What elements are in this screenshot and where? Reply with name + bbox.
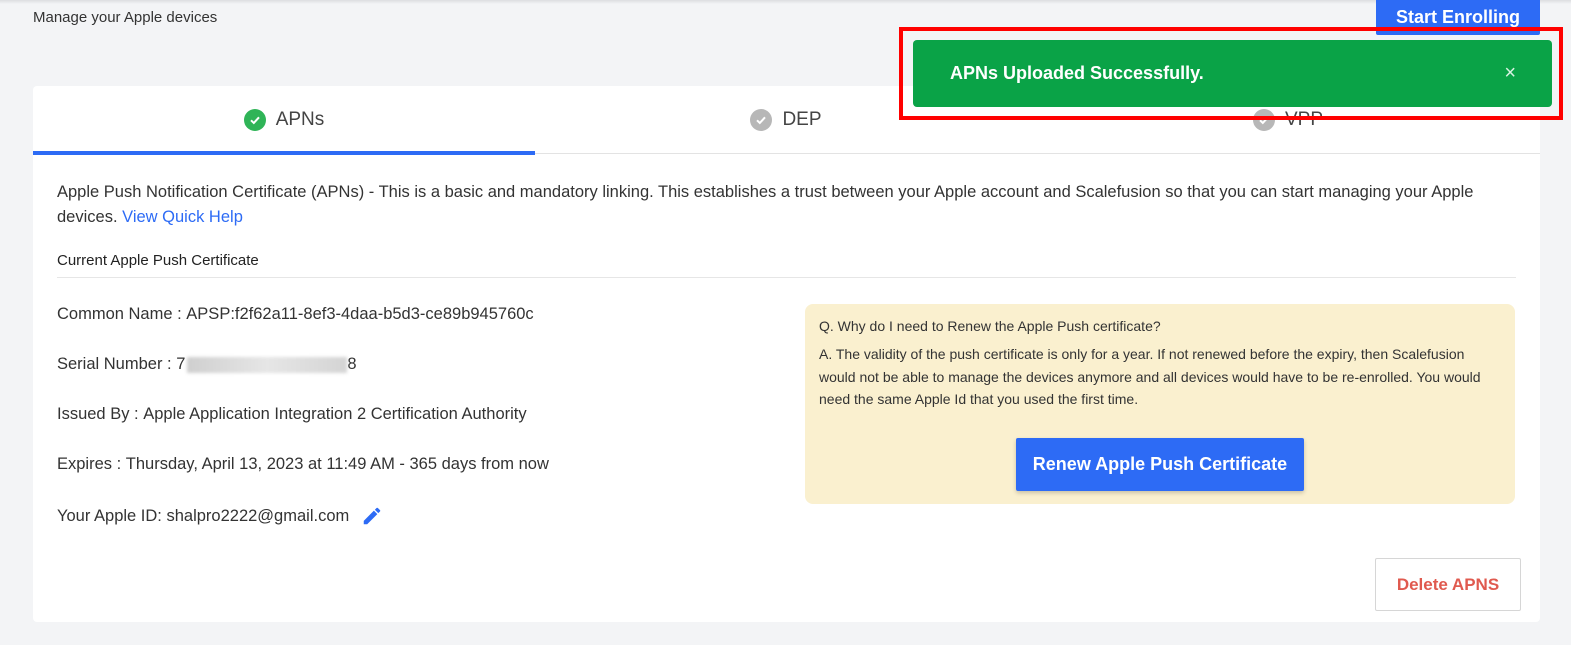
pencil-icon[interactable] — [361, 505, 383, 527]
start-enrolling-button[interactable]: Start Enrolling — [1376, 0, 1540, 35]
tab-apns[interactable]: APNs — [33, 86, 535, 155]
expires-label: Expires : — [57, 455, 122, 473]
serial-number-field: Serial Number : 7 8 — [57, 355, 357, 374]
close-icon[interactable]: × — [1504, 62, 1516, 85]
apns-description: Apple Push Notification Certificate (APN… — [57, 180, 1497, 230]
apple-id-value: shalpro2222@gmail.com — [166, 506, 350, 525]
issued-by-label: Issued By : — [57, 405, 139, 423]
view-quick-help-link[interactable]: View Quick Help — [122, 208, 243, 226]
common-name-value: APSP:f2f62a11-8ef3-4daa-b5d3-ce89b945760… — [186, 305, 534, 323]
check-circle-icon — [243, 109, 266, 131]
success-toast: APNs Uploaded Successfully. × — [913, 40, 1552, 107]
renew-certificate-button[interactable]: Renew Apple Push Certificate — [1016, 438, 1304, 491]
renew-info-box: Q. Why do I need to Renew the Apple Push… — [805, 304, 1515, 504]
toast-message: APNs Uploaded Successfully. — [950, 63, 1204, 83]
top-shadow — [0, 0, 1571, 4]
description-text: Apple Push Notification Certificate (APN… — [57, 183, 1474, 226]
issued-by-value: Apple Application Integration 2 Certific… — [143, 405, 527, 423]
tab-label: VPP — [1284, 109, 1324, 130]
delete-apns-button[interactable]: Delete APNS — [1375, 558, 1521, 611]
info-answer: A. The validity of the push certificate … — [819, 346, 1481, 407]
expires-field: Expires : Thursday, April 13, 2023 at 11… — [57, 455, 549, 474]
redacted-serial — [187, 356, 348, 373]
tab-label: DEP — [782, 109, 822, 130]
check-circle-icon — [1252, 109, 1275, 131]
section-title: Current Apple Push Certificate — [57, 252, 1516, 278]
common-name-label: Common Name : — [57, 305, 182, 323]
common-name-field: Common Name : APSP:f2f62a11-8ef3-4daa-b5… — [57, 305, 534, 324]
expires-value: Thursday, April 13, 2023 at 11:49 AM - 3… — [125, 455, 549, 473]
serial-number-prefix: 7 — [176, 355, 186, 373]
serial-number-label: Serial Number : — [57, 355, 172, 373]
tab-label: APNs — [275, 109, 325, 130]
apple-settings-card: APNs DEP VPP Apple Push Notification Cer… — [33, 86, 1540, 622]
serial-number-suffix: 8 — [347, 355, 357, 373]
page-subtitle: Manage your Apple devices — [33, 9, 218, 26]
apple-id-field: Your Apple ID: shalpro2222@gmail.com — [57, 505, 383, 527]
info-question: Q. Why do I need to Renew the Apple Push… — [819, 318, 1161, 334]
check-circle-icon — [750, 109, 773, 131]
apple-id-label: Your Apple ID: — [57, 506, 162, 525]
issued-by-field: Issued By : Apple Application Integratio… — [57, 405, 527, 424]
